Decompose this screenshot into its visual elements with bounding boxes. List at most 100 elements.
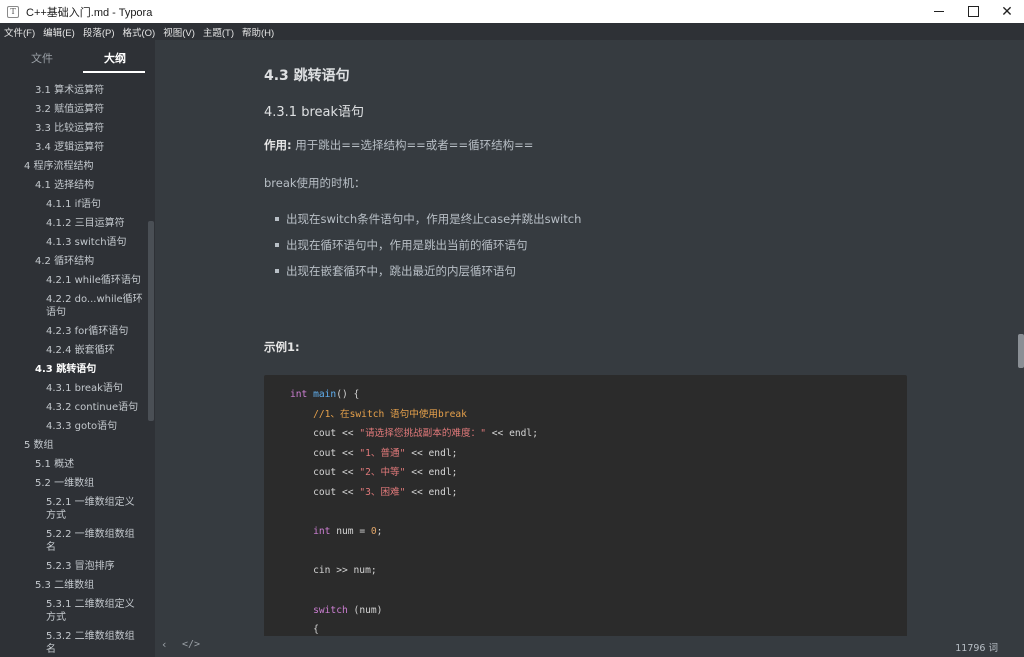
outline-item[interactable]: 4 程序流程结构 (0, 160, 148, 173)
status-bar: ‹ </> 11796 词 (155, 636, 1024, 657)
code-token: "1、普通" (359, 447, 406, 459)
when-paragraph: break使用的时机： (264, 176, 366, 190)
window-title: C++基础入门.md - Typora (26, 6, 153, 19)
code-token: cout << (290, 467, 360, 479)
code-token: switch (313, 604, 348, 616)
code-token: << endl; (405, 486, 458, 498)
maximize-button[interactable] (956, 0, 990, 23)
purpose-label: 作用: (264, 138, 292, 152)
outline-item[interactable]: 4.1.3 switch语句 (0, 236, 148, 249)
typora-icon: T (7, 5, 19, 18)
code-line: cout << "2、中等" << endl; (290, 463, 538, 483)
code-token: cin >> num; (290, 565, 377, 577)
outline-item[interactable]: 4.2.2 do...while循环语句 (0, 293, 148, 319)
bullet-list: 出现在switch条件语句中，作用是终止case并跳出switch 出现在循环语… (264, 212, 581, 290)
word-count[interactable]: 11796 词 (955, 640, 998, 654)
outline-item[interactable]: 4.2.3 for循环语句 (0, 325, 148, 338)
minimize-button[interactable] (922, 0, 956, 23)
code-token: //1、在switch 语句中使用break (313, 408, 467, 420)
code-line: cout << "3、困难" << endl; (290, 483, 538, 503)
code-token: << endl; (486, 428, 538, 440)
purpose-text: 用于跳出==选择结构==或者==循环结构== (291, 138, 534, 152)
outline-item[interactable]: 5.3 二维数组 (0, 579, 148, 592)
menu-help[interactable]: 帮助(H) (242, 25, 274, 39)
code-token: "2、中等" (359, 467, 406, 479)
outline-item[interactable]: 5.1 概述 (0, 458, 148, 471)
tab-outline[interactable]: 大纲 (104, 50, 126, 66)
title-bar: T C++基础入门.md - Typora ✕ (0, 0, 1024, 23)
outline-item[interactable]: 4.1.1 if语句 (0, 198, 148, 211)
code-token: cout << (290, 428, 360, 440)
code-token: << endl; (405, 467, 458, 479)
code-token: << endl; (405, 447, 458, 459)
code-token: int (313, 526, 331, 538)
code-lines: int main() { //1、在switch 语句中使用break cout… (290, 385, 538, 657)
sidebar-scrollbar[interactable] (148, 221, 154, 421)
outline-item[interactable]: 5.2.1 一维数组定义方式 (0, 496, 148, 522)
code-block[interactable]: int main() { //1、在switch 语句中使用break cout… (264, 375, 907, 657)
outline-item[interactable]: 4.3.3 goto语句 (0, 420, 148, 433)
editor[interactable]: 4.3 跳转语句 4.3.1 break语句 作用: 用于跳出==选择结构==或… (155, 40, 1024, 657)
menu-file[interactable]: 文件(F) (4, 25, 35, 39)
code-line: int main() { (290, 385, 538, 405)
list-item: 出现在switch条件语句中，作用是终止case并跳出switch (264, 212, 581, 238)
code-line: cout << "1、普通" << endl; (290, 444, 538, 464)
outline-item[interactable]: 4.2.4 嵌套循环 (0, 344, 148, 357)
active-tab-indicator (83, 71, 145, 73)
code-token: "3、困难" (359, 486, 406, 498)
menu-format[interactable]: 格式(O) (122, 25, 155, 39)
outline-item[interactable]: 3.3 比较运算符 (0, 122, 148, 135)
outline-item[interactable]: 5.3.1 二维数组定义方式 (0, 598, 148, 624)
outline-item[interactable]: 5.2.3 冒泡排序 (0, 560, 148, 573)
code-token: cout << (290, 447, 360, 459)
outline-item[interactable]: 4.2 循环结构 (0, 255, 148, 268)
code-token: { (290, 624, 319, 636)
code-icon[interactable]: </> (182, 639, 200, 650)
code-token: main (313, 389, 337, 400)
menu-bar: 文件(F) 编辑(E) 段落(P) 格式(O) 视图(V) 主题(T) 帮助(H… (0, 23, 1024, 40)
code-token: int (290, 389, 308, 400)
code-token: "请选择您挑战副本的难度：" (359, 428, 486, 440)
code-token: (num) (347, 604, 383, 616)
code-line: int num = 0; (290, 522, 538, 542)
editor-scrollbar[interactable] (1018, 334, 1024, 368)
outline-item[interactable]: 4.1 选择结构 (0, 179, 148, 192)
code-token: ; (376, 526, 383, 538)
menu-view[interactable]: 视图(V) (163, 25, 195, 39)
outline-item[interactable]: 3.2 赋值运算符 (0, 103, 148, 116)
outline-item[interactable]: 5.3.2 二维数组数组名 (0, 630, 148, 656)
menu-edit[interactable]: 编辑(E) (43, 25, 75, 39)
outline-item[interactable]: 5.2.2 一维数组数组名 (0, 528, 148, 554)
outline-list: 3.1 算术运算符 3.2 赋值运算符 3.3 比较运算符 3.4 逻辑运算符 4 程序… (0, 84, 148, 657)
outline-item[interactable]: 3.4 逻辑运算符 (0, 141, 148, 154)
code-line: cout << "请选择您挑战副本的难度：" << endl; (290, 424, 538, 444)
outline-item[interactable]: 5.2 一维数组 (0, 477, 148, 490)
chevron-left-icon[interactable]: ‹ (162, 638, 166, 651)
list-item: 出现在嵌套循环中，跳出最近的内层循环语句 (264, 264, 581, 290)
code-line: cin >> num; (290, 561, 538, 581)
code-token: num = (330, 526, 371, 538)
outline-item[interactable]: 3.1 算术运算符 (0, 84, 148, 97)
sidebar-tabs: 文件 大纲 (0, 40, 155, 76)
purpose-paragraph: 作用: 用于跳出==选择结构==或者==循环结构== (264, 137, 533, 153)
outline-item[interactable]: 5 数组 (0, 439, 148, 452)
outline-item[interactable]: 4.1.2 三目运算符 (0, 217, 148, 230)
menu-paragraph[interactable]: 段落(P) (83, 25, 115, 39)
heading-jump-statements: 4.3 跳转语句 (264, 68, 350, 84)
code-line: switch (num) (290, 601, 538, 621)
code-line: //1、在switch 语句中使用break (290, 405, 538, 425)
outline-item[interactable]: 4.3.1 break语句 (0, 382, 148, 395)
outline-item[interactable]: 4.3.2 continue语句 (0, 401, 148, 414)
list-item: 出现在循环语句中，作用是跳出当前的循环语句 (264, 238, 581, 264)
tab-files[interactable]: 文件 (31, 50, 53, 66)
code-token: () { (336, 389, 360, 400)
close-button[interactable]: ✕ (990, 0, 1024, 23)
outline-item[interactable]: 4.2.1 while循环语句 (0, 274, 148, 287)
outline-item[interactable]: 4.3 跳转语句 (0, 363, 148, 376)
menu-theme[interactable]: 主题(T) (203, 25, 234, 39)
